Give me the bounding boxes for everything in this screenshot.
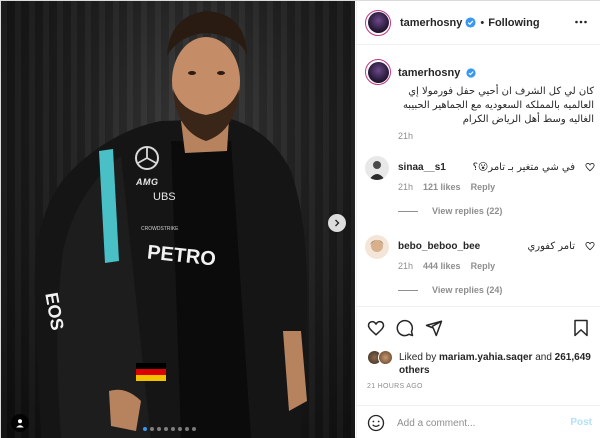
jacket-sponsor-label: CROWDSTRIKE bbox=[141, 226, 179, 232]
next-image-button[interactable] bbox=[328, 214, 346, 232]
caption-username[interactable]: tamerhosny bbox=[398, 67, 477, 79]
liker-avatars[interactable] bbox=[367, 350, 397, 366]
carousel-dot bbox=[157, 427, 161, 431]
replies-divider bbox=[398, 210, 418, 212]
comment-meta: 21h 121 likes Reply bbox=[398, 182, 495, 192]
verified-icon bbox=[465, 17, 476, 28]
reply-button[interactable]: Reply bbox=[471, 182, 496, 192]
carousel-dot bbox=[171, 427, 175, 431]
chevron-right-icon bbox=[335, 219, 340, 227]
view-replies-label[interactable]: View replies (24) bbox=[432, 285, 502, 295]
replies-divider bbox=[398, 289, 418, 291]
carousel-dot bbox=[178, 427, 182, 431]
heart-icon[interactable] bbox=[367, 319, 385, 337]
carousel-dot bbox=[150, 427, 154, 431]
view-replies-button[interactable]: View replies (22) bbox=[398, 206, 502, 216]
author-avatar[interactable] bbox=[365, 9, 391, 36]
instagram-post: AMG UBS PETRO EOS CROWDSTRIKE tamerhosny bbox=[0, 0, 600, 438]
heart-icon[interactable] bbox=[585, 241, 595, 251]
carousel-dot bbox=[185, 427, 189, 431]
post-header: tamerhosny • Following bbox=[357, 1, 600, 45]
comment-time[interactable]: 21h bbox=[398, 261, 413, 271]
heart-icon[interactable] bbox=[585, 162, 595, 172]
liker-username[interactable]: mariam.yahia.saqer bbox=[439, 352, 532, 363]
comment-input[interactable] bbox=[397, 415, 547, 431]
caption-timestamp[interactable]: 21h bbox=[398, 131, 413, 141]
caption-username-text[interactable]: tamerhosny bbox=[398, 67, 460, 79]
jacket-amg-label: AMG bbox=[136, 177, 159, 187]
bookmark-icon[interactable] bbox=[573, 319, 589, 337]
action-bar bbox=[357, 306, 600, 346]
comment-username[interactable]: sinaa__s1 bbox=[398, 162, 446, 173]
view-replies-label[interactable]: View replies (22) bbox=[432, 206, 502, 216]
comment-text: تامر كفوري bbox=[527, 241, 575, 252]
user-tag-icon bbox=[16, 419, 24, 428]
comment-username[interactable]: bebo_beboo_bee bbox=[398, 241, 480, 252]
comment-time[interactable]: 21h bbox=[398, 182, 413, 192]
likes-text: Liked by mariam.yahia.saqer and 261,649 … bbox=[399, 351, 594, 377]
comment-meta: 21h 444 likes Reply bbox=[398, 261, 495, 271]
more-icon[interactable] bbox=[574, 15, 588, 29]
likes-prefix: Liked by bbox=[399, 352, 437, 363]
caption-text: كان لي كل الشرف ان أحيي حفل فورمولا إي ا… bbox=[402, 86, 594, 125]
reply-button[interactable]: Reply bbox=[471, 261, 496, 271]
carousel-dot bbox=[164, 427, 168, 431]
carousel-dot bbox=[192, 427, 196, 431]
jacket-ubs-label: UBS bbox=[153, 191, 176, 203]
post-side-panel: tamerhosny • Following tamerhosny كان لي… bbox=[356, 1, 600, 438]
emoji-icon[interactable] bbox=[367, 414, 385, 432]
likes-conj: and bbox=[535, 352, 552, 363]
comment-avatar[interactable] bbox=[365, 235, 389, 259]
comment-likes[interactable]: 444 likes bbox=[423, 261, 461, 271]
view-replies-button[interactable]: View replies (24) bbox=[398, 285, 502, 295]
post-comment-button[interactable]: Post bbox=[570, 417, 592, 428]
photo-illustration bbox=[34, 11, 307, 438]
comment-text: في شي متغير بـ تامر😮؟ bbox=[472, 162, 575, 173]
post-photo[interactable]: AMG UBS PETRO EOS CROWDSTRIKE bbox=[1, 1, 355, 438]
caption-avatar[interactable] bbox=[365, 59, 391, 85]
verified-icon bbox=[466, 68, 477, 78]
comment-likes[interactable]: 121 likes bbox=[423, 182, 461, 192]
comment-icon[interactable] bbox=[396, 319, 414, 337]
comment-avatar[interactable] bbox=[365, 156, 389, 180]
following-button[interactable]: Following bbox=[488, 17, 539, 29]
user-tag-button[interactable] bbox=[11, 414, 29, 432]
share-icon[interactable] bbox=[425, 319, 443, 337]
add-comment-bar: Post bbox=[357, 405, 600, 438]
carousel-indicator bbox=[143, 427, 196, 431]
header-separator: • bbox=[480, 16, 485, 29]
carousel-dot bbox=[143, 427, 147, 431]
author-username[interactable]: tamerhosny bbox=[400, 17, 462, 29]
post-timestamp[interactable]: 21 HOURS AGO bbox=[367, 383, 423, 390]
